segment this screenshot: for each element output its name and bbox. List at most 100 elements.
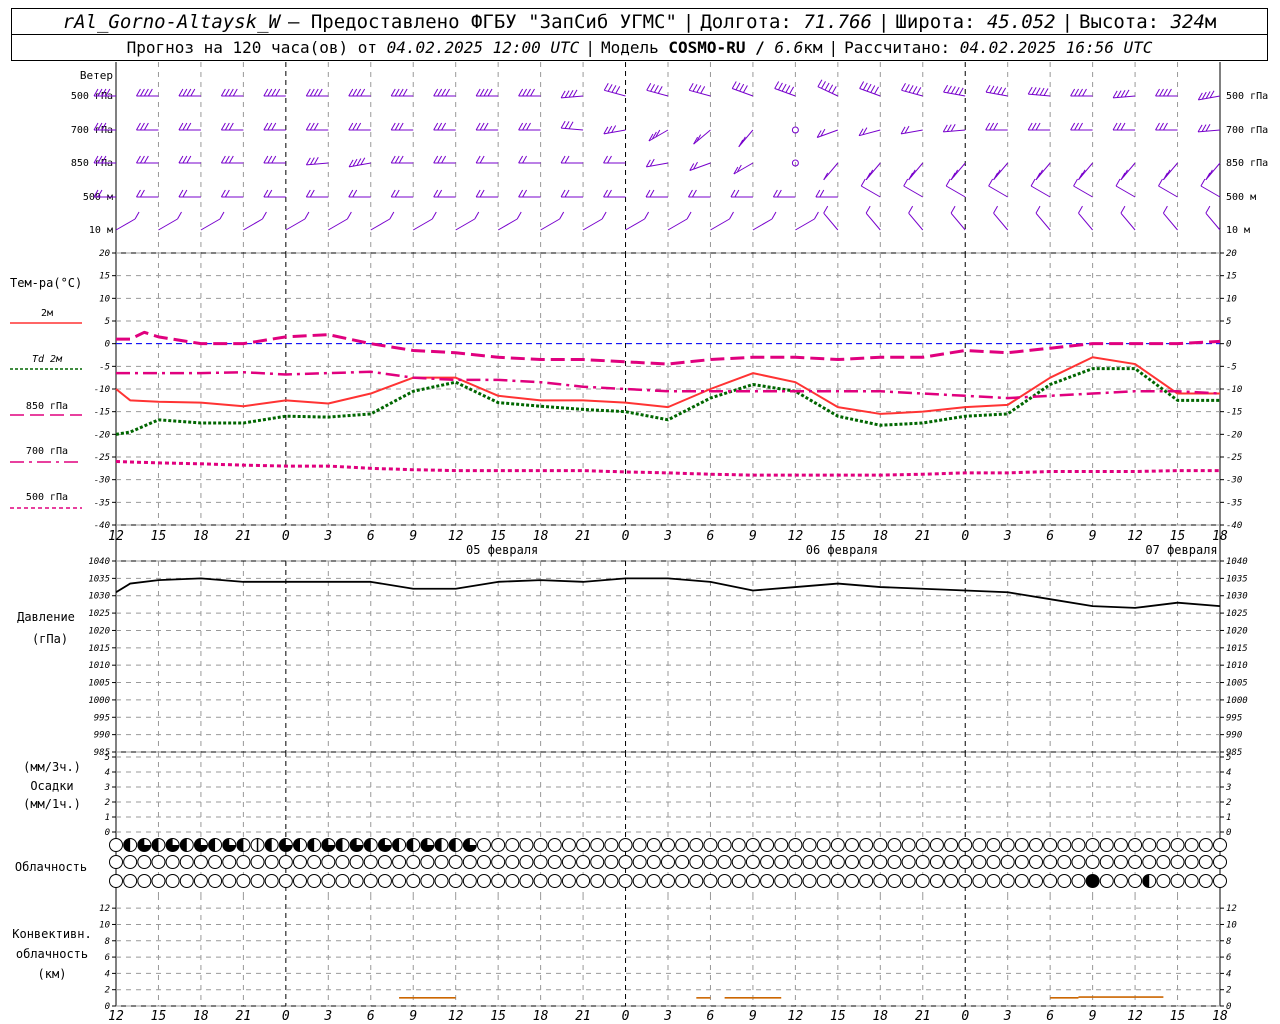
- cloud-circle: [703, 838, 718, 852]
- wind-barb-staff: [1073, 185, 1093, 198]
- wind-barb-feather: [942, 124, 948, 133]
- cloud-circle: [830, 838, 845, 852]
- wind-barb-staff: [1163, 162, 1178, 181]
- y-tick-label-right: 10: [1226, 294, 1237, 304]
- wind-barb-feather: [742, 85, 748, 93]
- wind-barb-feather: [874, 86, 879, 95]
- cloud-circle: [703, 874, 718, 888]
- x-tick-label: 21: [236, 1009, 252, 1024]
- wind-barb-feather: [912, 86, 918, 94]
- x-tick-label: 12: [108, 1009, 124, 1024]
- temperature-panel: 20 20 15 15 10 10 5 5 0 0 -5 -5 -10 -10 -15 -15 -20 -20 -2…: [10, 249, 1242, 557]
- cloud-circle: [321, 874, 336, 888]
- cloud-circle: [406, 855, 421, 869]
- wind-barb-feather: [1155, 122, 1160, 131]
- cloud-circle: [1128, 874, 1143, 888]
- cloud-circle: [1099, 838, 1114, 852]
- cloud-circle: [519, 855, 534, 869]
- wind-barb-staff: [540, 218, 560, 231]
- cloud-circle: [646, 855, 661, 869]
- wind-barb-staff: [561, 95, 584, 99]
- wind-barb-feather: [789, 86, 795, 95]
- cloud-circle: [1170, 874, 1185, 888]
- wind-barb-staff: [689, 89, 711, 97]
- wind-barb-feather: [1027, 122, 1033, 131]
- y-tick-label-right: -15: [1226, 408, 1242, 418]
- wind-barb-feather: [309, 157, 315, 165]
- x-tick-label: 15: [830, 1009, 846, 1024]
- cloud-title: Облачность: [15, 860, 87, 874]
- y-tick-label-right: 1020: [1226, 626, 1248, 636]
- wind-barb-feather: [568, 121, 574, 130]
- cloud-circle: [731, 838, 746, 852]
- cloud-fill: [392, 838, 400, 852]
- cloud-circle: [873, 874, 888, 888]
- cloud-circle: [561, 855, 576, 869]
- legend-t850-label: 850 гПа: [26, 401, 68, 412]
- cloud-circle: [533, 838, 548, 852]
- wind-barb-staff: [1078, 212, 1093, 231]
- y-tick-label-right: 12: [1226, 904, 1237, 914]
- cloud-circle: [208, 855, 223, 869]
- y-tick-label-right: 2: [1226, 798, 1231, 808]
- wind-barb-feather: [1116, 122, 1122, 131]
- wind-barb-feather: [862, 82, 868, 91]
- x-tick-label: 0: [622, 1009, 630, 1024]
- wind-barb-feather: [177, 211, 182, 220]
- wind-level-label-right: 850 гПа: [1226, 158, 1268, 169]
- wind-barb-feather: [522, 88, 528, 97]
- cloud-circle: [661, 855, 675, 869]
- wind-barb-feather: [993, 86, 999, 94]
- cloud-circle: [731, 874, 746, 888]
- wind-barb-feather: [560, 155, 566, 164]
- wind-barb-staff: [823, 212, 839, 231]
- x-tick-label: 3: [1003, 529, 1012, 544]
- x-tick-label: 15: [830, 529, 846, 544]
- wind-barb-feather: [431, 211, 437, 220]
- cloud-circle: [1043, 874, 1058, 888]
- wind-barb-feather: [475, 155, 481, 164]
- wind-barb-feather: [564, 90, 570, 98]
- x-tick-label: 15: [490, 529, 506, 544]
- wind-barb-staff: [865, 162, 881, 181]
- wind-barb-staff: [752, 218, 773, 231]
- wind-barb-feather: [305, 189, 311, 198]
- cloud-fill: [449, 838, 456, 852]
- cloud-circle: [618, 874, 633, 888]
- cloud-circle: [845, 874, 859, 888]
- legend-t500-label: 500 гПа: [26, 492, 68, 503]
- x-tick-label: 12: [108, 529, 124, 544]
- y-tick-label-left: 12: [99, 904, 110, 914]
- y-tick-label-left: 1: [105, 813, 110, 823]
- wind-barb-feather: [777, 82, 783, 91]
- wind-barb-feather: [1035, 87, 1041, 96]
- wind-barb-feather: [220, 122, 226, 131]
- cloud-circle: [363, 855, 378, 869]
- y-tick-label-right: 4: [1226, 768, 1231, 778]
- y-tick-label-left: 6: [105, 953, 110, 963]
- cloud-circle: [1184, 874, 1199, 888]
- wind-barb-feather: [958, 87, 964, 96]
- cloud-circle: [1128, 855, 1143, 869]
- wind-barb-feather: [691, 189, 697, 198]
- cloud-circle: [1156, 874, 1171, 888]
- y-tick-label-left: 2: [105, 986, 110, 996]
- wind-barb-feather: [823, 205, 829, 214]
- y-tick-label-right: -30: [1226, 476, 1242, 486]
- cloud-circle: [1198, 838, 1213, 852]
- wind-barb-feather: [267, 155, 273, 164]
- wind-barb-feather: [1162, 205, 1168, 214]
- wind-barb-feather: [1039, 87, 1045, 96]
- cloud-circle: [477, 855, 491, 869]
- cloud-circle: [859, 838, 874, 852]
- x-tick-label: 6: [367, 529, 375, 544]
- wind-barb-feather: [1112, 122, 1118, 131]
- cloud-circle: [1156, 838, 1171, 852]
- x-tick-label: 12: [1127, 1009, 1143, 1024]
- wind-barb-feather: [1070, 88, 1076, 97]
- cloud-circle: [533, 874, 548, 888]
- cloud-fill: [151, 838, 159, 852]
- wind-barb-feather: [1073, 178, 1078, 187]
- wind-barb-feather: [1078, 122, 1083, 131]
- x-tick-label: 9: [1089, 1009, 1097, 1024]
